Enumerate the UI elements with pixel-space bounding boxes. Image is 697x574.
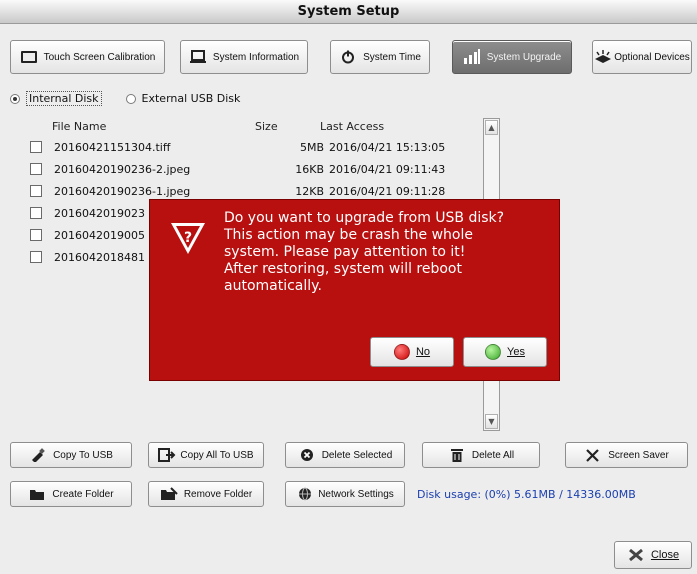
no-label: No <box>415 346 431 358</box>
screen-saver-label: Screen Saver <box>608 449 669 461</box>
copy-all-to-usb-label: Copy All To USB <box>180 449 254 461</box>
usb-stick-icon <box>29 447 47 463</box>
file-last-access: 2016/04/21 09:11:43 <box>329 162 446 176</box>
close-label: Close <box>650 549 680 561</box>
touch-screen-calibration-button[interactable]: Touch Screen Calibration <box>10 40 165 74</box>
file-name: 20160420190236-1.jpeg <box>54 184 191 198</box>
no-button[interactable]: No <box>370 337 454 367</box>
network-settings-button[interactable]: Network Settings <box>285 481 405 507</box>
red-dot-icon <box>393 344 410 360</box>
folder-remove-icon <box>160 486 178 502</box>
delete-selected-button[interactable]: Delete Selected <box>285 442 405 468</box>
delete-selected-label: Delete Selected <box>321 449 393 461</box>
close-x-icon <box>627 547 645 563</box>
row-checkbox[interactable] <box>30 185 42 197</box>
row-checkbox[interactable] <box>30 251 42 263</box>
network-settings-label: Network Settings <box>318 488 394 500</box>
create-folder-button[interactable]: Create Folder <box>10 481 132 507</box>
column-header-size[interactable]: Size <box>255 120 320 133</box>
system-information-label: System Information <box>212 51 300 63</box>
green-dot-icon <box>485 344 502 360</box>
scroll-down-icon[interactable]: ▼ <box>485 414 498 429</box>
power-icon <box>339 49 357 65</box>
svg-text:?: ? <box>184 230 192 246</box>
column-header-last-access[interactable]: Last Access <box>320 120 490 133</box>
file-size: 12KB <box>295 184 324 198</box>
yes-button[interactable]: Yes <box>463 337 547 367</box>
system-upgrade-button[interactable]: System Upgrade <box>452 40 572 74</box>
trash-icon <box>448 447 466 463</box>
copy-all-icon <box>158 447 176 463</box>
internal-disk-radio[interactable] <box>10 93 20 104</box>
file-name: 20160420190236-2.jpeg <box>54 162 191 176</box>
external-usb-disk-label[interactable]: External USB Disk <box>142 92 241 105</box>
table-row[interactable]: 20160420190236-2.jpeg 16KB 2016/04/21 09… <box>10 158 500 180</box>
file-last-access: 2016/04/21 09:11:28 <box>329 184 446 198</box>
close-button[interactable]: Close <box>614 541 692 569</box>
remove-folder-label: Remove Folder <box>183 488 253 500</box>
system-upgrade-label: System Upgrade <box>486 51 562 63</box>
disk-selector: Internal Disk External USB Disk <box>10 91 240 106</box>
device-icon <box>594 49 612 65</box>
laptop-icon <box>189 49 207 65</box>
create-folder-label: Create Folder <box>52 488 114 500</box>
column-header-file-name[interactable]: File Name <box>10 120 255 133</box>
dialog-message: Do you want to upgrade from USB disk? Th… <box>224 210 505 294</box>
copy-all-to-usb-button[interactable]: Copy All To USB <box>148 442 264 468</box>
row-checkbox[interactable] <box>30 163 42 175</box>
file-size: 5MB <box>299 140 324 154</box>
folder-icon <box>28 486 46 502</box>
external-usb-disk-radio[interactable] <box>125 93 136 104</box>
window-title: System Setup <box>0 0 697 24</box>
file-last-access: 2016/04/21 15:13:05 <box>329 140 446 154</box>
yes-label: Yes <box>507 346 525 358</box>
optional-devices-label: Optional Devices <box>614 51 690 63</box>
row-checkbox[interactable] <box>30 207 42 219</box>
upgrade-confirm-dialog: ? Do you want to upgrade from USB disk? … <box>149 199 560 381</box>
system-time-label: System Time <box>363 51 421 63</box>
remove-folder-button[interactable]: Remove Folder <box>148 481 264 507</box>
delete-all-label: Delete All <box>471 449 515 461</box>
copy-to-usb-label: Copy To USB <box>53 449 113 461</box>
question-warning-icon: ? <box>168 218 208 258</box>
file-list-header: File Name Size Last Access <box>10 116 500 136</box>
table-row[interactable]: 20160421151304.tiff 5MB 2016/04/21 15:13… <box>10 136 500 158</box>
file-size: 16KB <box>295 162 324 176</box>
globe-icon <box>296 486 314 502</box>
internal-disk-label[interactable]: Internal Disk <box>26 91 102 106</box>
monitor-icon <box>20 49 38 65</box>
delete-circle-icon <box>298 447 316 463</box>
row-checkbox[interactable] <box>30 141 42 153</box>
system-information-button[interactable]: System Information <box>180 40 308 74</box>
scroll-up-icon[interactable]: ▲ <box>485 120 498 135</box>
copy-to-usb-button[interactable]: Copy To USB <box>10 442 132 468</box>
row-checkbox[interactable] <box>30 229 42 241</box>
disk-usage-text: Disk usage: (0%) 5.61MB / 14336.00MB <box>417 488 636 501</box>
screen-saver-button[interactable]: Screen Saver <box>565 442 688 468</box>
tools-icon <box>584 447 602 463</box>
touch-screen-calibration-label: Touch Screen Calibration <box>43 51 156 63</box>
file-name: 20160421151304.tiff <box>54 140 171 154</box>
system-time-button[interactable]: System Time <box>330 40 430 74</box>
delete-all-button[interactable]: Delete All <box>422 442 540 468</box>
signal-bars-icon <box>463 49 481 65</box>
optional-devices-button[interactable]: Optional Devices <box>592 40 692 74</box>
